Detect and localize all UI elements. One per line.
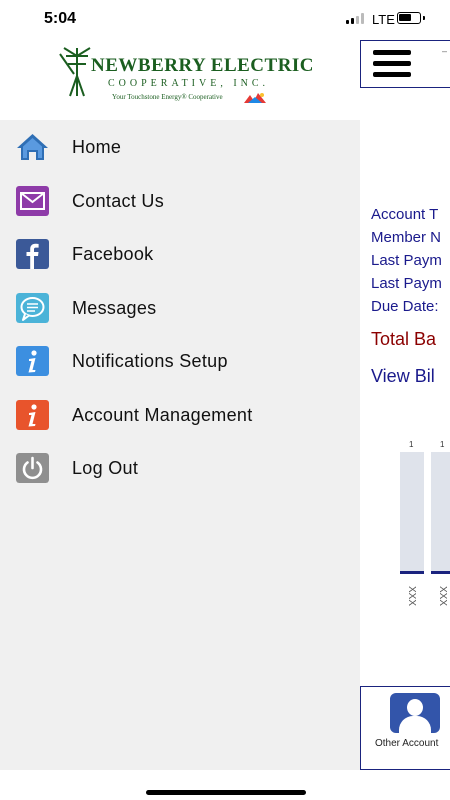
usage-bar — [431, 452, 450, 574]
member-number-label: Member N — [371, 229, 442, 246]
drawer-header: NEWBERRY ELECTRIC COOPERATIVE, INC. Your… — [0, 40, 360, 120]
bar-category-label: XXX — [437, 586, 448, 607]
bar-category-label: XXX — [406, 586, 417, 607]
network-type: LTE — [372, 12, 395, 27]
info-icon — [16, 400, 49, 430]
menu-label: Log Out — [72, 458, 139, 478]
status-bar: 5:04 LTE — [0, 0, 450, 40]
header-mark: ‒ — [442, 46, 448, 56]
menu-label: Home — [72, 137, 122, 157]
menu-label: Notifications Setup — [72, 351, 228, 371]
usage-bar — [400, 452, 424, 574]
last-payment-date-label: Last Paym — [371, 275, 442, 292]
home-indicator[interactable] — [146, 790, 306, 795]
other-accounts-icon[interactable] — [390, 693, 440, 733]
other-accounts-label[interactable]: Other Account — [375, 738, 438, 749]
battery-icon — [397, 12, 421, 24]
brand-name: NEWBERRY ELECTRIC — [91, 55, 315, 76]
menu-label: Contact Us — [72, 191, 165, 211]
signal-strength-icon — [346, 13, 366, 24]
account-type-label: Account T — [371, 206, 439, 223]
envelope-icon — [16, 186, 49, 216]
last-payment-label: Last Paym — [371, 252, 442, 269]
total-balance-label: Total Ba — [371, 329, 437, 349]
bar-value-label: 1 — [440, 440, 445, 449]
menu-item-contact-us[interactable]: Contact Us — [0, 176, 360, 226]
chat-bubble-icon — [16, 293, 49, 323]
menu-item-facebook[interactable]: Facebook — [0, 229, 360, 279]
menu-item-messages[interactable]: Messages — [0, 283, 360, 333]
view-bill-link[interactable]: View Bil — [371, 366, 435, 387]
menu-item-notifications-setup[interactable]: Notifications Setup — [0, 336, 360, 386]
hamburger-menu-icon[interactable] — [373, 50, 411, 78]
facebook-icon — [16, 239, 49, 269]
touchstone-energy-icon — [244, 93, 266, 103]
menu-label: Account Management — [72, 405, 253, 425]
power-icon — [16, 453, 49, 483]
home-icon — [17, 134, 48, 160]
newberry-electric-logo: NEWBERRY ELECTRIC COOPERATIVE, INC. Your… — [58, 46, 314, 108]
menu-item-home[interactable]: Home — [0, 122, 360, 172]
menu-label: Messages — [72, 298, 157, 318]
info-icon — [16, 346, 49, 376]
navigation-drawer: NEWBERRY ELECTRIC COOPERATIVE, INC. Your… — [0, 40, 360, 770]
brand-subtitle: COOPERATIVE, INC. — [108, 78, 270, 89]
bar-value-label: 1 — [409, 440, 414, 449]
phone-screen: 5:04 LTE ‒ Account T Member N Last Paym … — [0, 0, 450, 800]
menu-label: Facebook — [72, 244, 154, 264]
menu-item-log-out[interactable]: Log Out — [0, 443, 360, 493]
menu-item-account-management[interactable]: Account Management — [0, 390, 360, 440]
due-date-label: Due Date: — [371, 298, 439, 315]
status-time: 5:04 — [44, 10, 77, 27]
brand-tagline: Your Touchstone Energy® Cooperative — [112, 93, 223, 101]
